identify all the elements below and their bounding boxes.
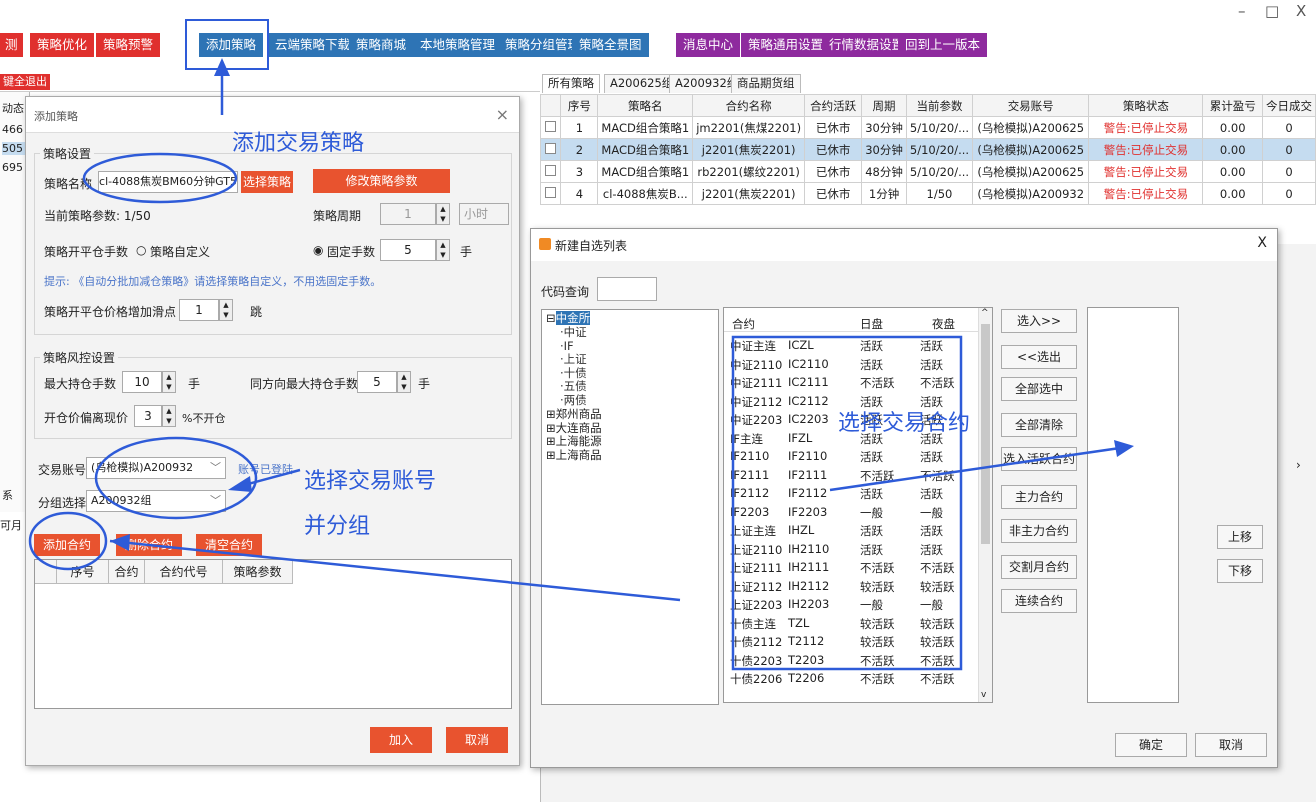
arrowhead <box>214 58 230 76</box>
highlight-contract-list <box>731 335 963 671</box>
arrowhead <box>110 534 130 551</box>
annotation-add-strategy: 添加交易策略 <box>232 131 365 156</box>
annotation-select-account: 选择交易账号 <box>304 469 437 494</box>
annotation-group: 并分组 <box>304 514 371 539</box>
highlight-strategy-name <box>82 152 238 204</box>
annotation-select-contract: 选择交易合约 <box>838 411 971 436</box>
highlight-account <box>94 436 258 520</box>
arrow-select-in <box>829 446 1121 492</box>
arrowhead <box>1114 440 1134 457</box>
arrow-add-contract <box>109 539 681 602</box>
arrowhead <box>228 476 252 492</box>
highlight-add-contract <box>28 511 108 571</box>
annotation-overlay <box>28 58 1134 671</box>
